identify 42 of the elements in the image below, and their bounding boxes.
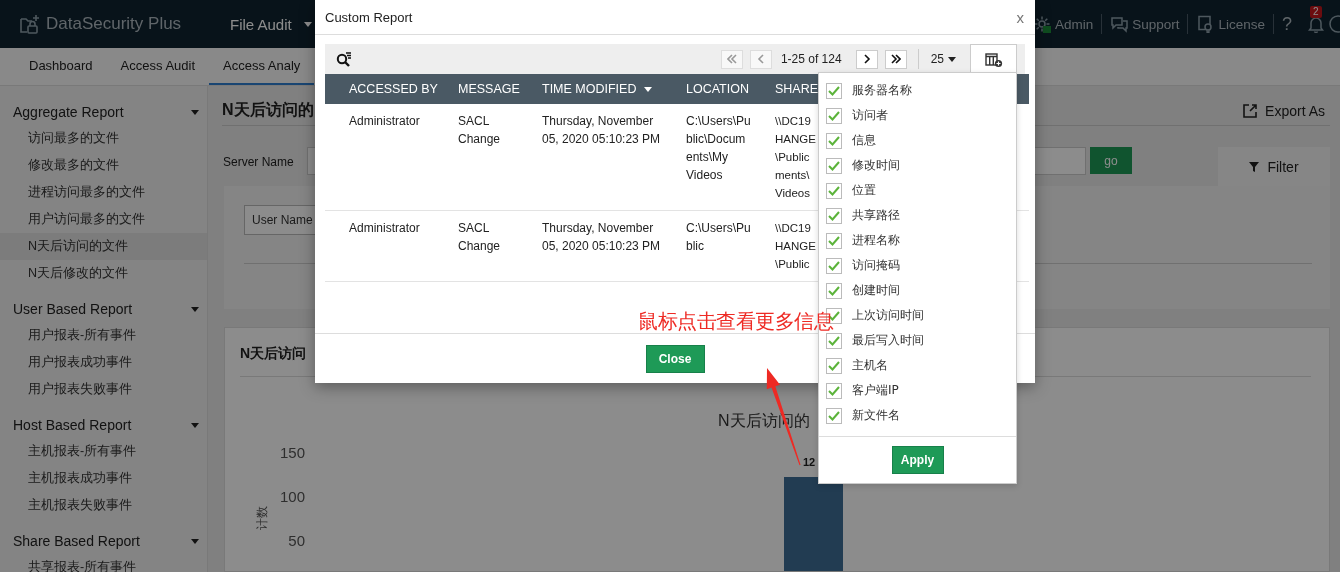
link-label: License [1218, 16, 1265, 32]
option-label: 最后写入时间 [852, 332, 924, 349]
group-title: Share Based Report [13, 533, 140, 549]
group-title: Host Based Report [13, 417, 132, 433]
notification-badge: 2 [1310, 6, 1322, 18]
table-cell-text: SACL Change [458, 220, 502, 255]
report-title: N天后访问的 [222, 100, 314, 120]
option-label: 共享路径 [852, 207, 900, 224]
option-label: 信息 [852, 132, 876, 149]
axis-tick-label: 150 [279, 444, 305, 461]
table-cell-text: Thursday, November 05, 2020 05:10:23 PM [542, 113, 662, 148]
axis-tick-label: 50 [288, 532, 305, 549]
option-label: 服务器名称 [852, 82, 912, 99]
option-label: 进程名称 [852, 232, 900, 249]
table-cell-text: SACL Change [458, 113, 502, 148]
table-cell-text: C:\Users\Pu blic\Docum ents\My Videos [686, 113, 752, 184]
option-label: 创建时间 [852, 282, 900, 299]
table-cell-text: \\DC19 HANGE \Public [775, 221, 817, 272]
option-label: 上次访问时间 [852, 307, 924, 324]
table-cell-text: Administrator [349, 113, 421, 130]
link-label: Export As [1265, 102, 1325, 119]
link-label: Admin [1054, 16, 1094, 32]
table-cell-text: C:\Users\Pu blic [686, 220, 752, 255]
group-title: Aggregate Report [13, 104, 124, 120]
link-label: Support [1132, 16, 1180, 32]
option-label: 新文件名 [852, 407, 900, 424]
option-label: 主机名 [852, 357, 888, 374]
axis-title: 计数 [255, 506, 269, 530]
table-cell-text: Thursday, November 05, 2020 05:10:23 PM [542, 220, 662, 255]
table-cell-text: \\DC19 HANGE \Public ments\ Videos [775, 114, 817, 201]
dialog-title: Custom Report [325, 9, 413, 25]
page-range: 1-25 of 124 [780, 52, 842, 66]
option-label: 修改时间 [852, 157, 900, 174]
group-title: User Based Report [13, 301, 133, 317]
field-label: Server Name [223, 155, 295, 169]
option-label: 访问掩码 [852, 257, 900, 274]
option-label: 位置 [852, 182, 876, 199]
product-name: DataSecurity Plus [46, 14, 183, 34]
option-label: 客户端IP [852, 382, 899, 399]
axis-tick-label: 100 [279, 488, 305, 505]
value-label: 12 [803, 456, 816, 468]
option-label: 访问者 [852, 107, 888, 124]
